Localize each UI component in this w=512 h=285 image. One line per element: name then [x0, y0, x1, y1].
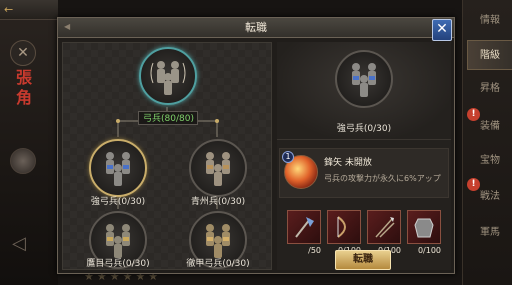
tree-node-archer[interactable] [139, 47, 197, 105]
close-icon: ✕ [436, 21, 448, 37]
material-count: /50 [308, 246, 321, 255]
tree-node-label: 青州兵(0/30) [190, 197, 246, 207]
dialog-header: ◀ 転職 [58, 18, 454, 38]
detail-panel: 強弓兵(0/30) 1 鋒矢 未開放 弓兵の攻撃力が永久に6%アップ /50 0… [277, 42, 451, 270]
tree-node-label: 徹甲弓兵(0/30) [186, 259, 250, 269]
header-decoration-icon: ◀ [64, 22, 71, 31]
material-slot-bow[interactable] [327, 210, 361, 244]
tree-node-strong-archer[interactable] [89, 139, 147, 197]
tree-node-label: 鷹目弓兵(0/30) [86, 259, 150, 269]
material-slot-arrows[interactable] [367, 210, 401, 244]
tab-rank[interactable]: 階級 [467, 40, 512, 70]
promotion-dialog: ◀ 転職 ✕ 弓兵(80/80) 強弓兵(0/30) 青州兵(0/30) 鷹目弓… [57, 17, 455, 274]
material-slot-armor[interactable] [407, 210, 441, 244]
alert-badge: ! [467, 108, 480, 121]
tab-info[interactable]: 情報 [467, 6, 512, 36]
selected-unit-preview: 強弓兵(0/30) [277, 42, 451, 140]
arrows-icon [375, 217, 395, 238]
bow-icon [337, 216, 346, 238]
skill-description: 弓兵の攻撃力が永久に6%アップ [324, 174, 441, 183]
close-button[interactable]: ✕ [432, 19, 452, 41]
archer-squad-icon [150, 61, 186, 95]
back-button[interactable]: ← [4, 3, 52, 17]
tree-node-qingzhou-soldier[interactable] [189, 139, 247, 197]
tree-node-label: 強弓兵(0/30) [90, 197, 146, 207]
chevron-left-icon[interactable]: ◁ [12, 234, 28, 254]
selected-unit-icon [335, 50, 393, 108]
skill-level-badge: 1 [282, 151, 294, 163]
archer-squad-icon [106, 152, 130, 186]
axe-icon [295, 217, 314, 238]
selected-unit-name: 強弓兵(0/30) [336, 124, 392, 134]
side-tab-list: 情報 階級 昇格 ! 装備 宝物 ! 戦法 軍馬 [462, 0, 512, 285]
top-strip: ← [0, 0, 58, 20]
skill-info: 1 鋒矢 未開放 弓兵の攻撃力が永久に6%アップ [279, 148, 449, 198]
promotion-tree: 弓兵(80/80) 強弓兵(0/30) 青州兵(0/30) 鷹目弓兵(0/30)… [62, 42, 272, 270]
tab-equipment[interactable]: ! 装備 [467, 108, 512, 142]
tab-tactics[interactable]: ! 戦法 [467, 178, 512, 212]
tree-node-label: 弓兵(80/80) [138, 111, 198, 125]
tab-army[interactable]: 軍馬 [467, 218, 512, 248]
archer-squad-icon [352, 63, 376, 97]
tab-treasure[interactable]: 宝物 [467, 146, 512, 176]
tab-promote[interactable]: 昇格 [467, 74, 512, 104]
material-count: 0/100 [417, 246, 441, 255]
archer-squad-icon [206, 152, 230, 186]
alert-badge: ! [467, 178, 480, 191]
hero-name: 張角 [15, 68, 32, 107]
skill-name: 鋒矢 未開放 [324, 158, 372, 168]
promote-button[interactable]: 転職 [335, 250, 391, 270]
material-slot-axe[interactable] [287, 210, 321, 244]
crossed-swords-icon[interactable]: ✕ [10, 40, 36, 66]
dialog-title: 転職 [245, 21, 267, 34]
armor-icon [414, 218, 434, 238]
skill-orb-icon[interactable] [10, 148, 36, 174]
